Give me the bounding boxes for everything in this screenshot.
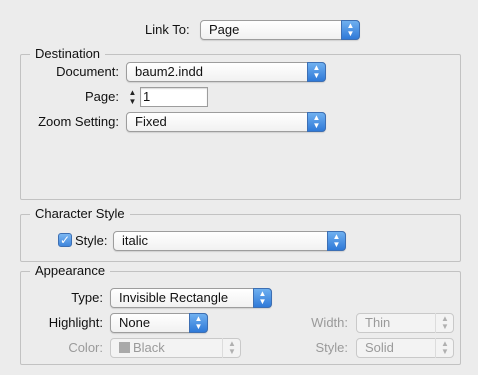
zoom-setting-value: Fixed (135, 114, 167, 129)
popup-arrows-icon: ▲ ▼ (341, 20, 360, 40)
highlight-popup[interactable]: None ▲ ▼ (110, 313, 208, 333)
popup-arrows-icon: ▲ ▼ (222, 338, 241, 358)
link-to-value: Page (209, 22, 240, 37)
width-popup[interactable]: Thin ▲ ▼ (356, 313, 454, 333)
character-style-label: Style: (75, 233, 108, 248)
highlight-value: None (119, 315, 151, 330)
popup-arrows-icon: ▲ ▼ (307, 62, 326, 82)
color-label: Color: (68, 340, 103, 355)
link-to-label: Link To: (145, 22, 190, 37)
document-value: baum2.indd (135, 64, 203, 79)
color-value: Black (133, 340, 165, 355)
character-style-title: Character Style (30, 206, 130, 222)
popup-arrows-icon: ▲ ▼ (435, 313, 454, 333)
type-value: Invisible Rectangle (119, 290, 229, 305)
appearance-style-popup[interactable]: Solid ▲ ▼ (356, 338, 454, 358)
document-label: Document: (56, 64, 119, 79)
page-field[interactable]: 1 (140, 87, 208, 107)
appearance-title: Appearance (30, 263, 111, 279)
appearance-style-value: Solid (365, 340, 394, 355)
popup-arrows-icon: ▲ ▼ (189, 313, 208, 333)
color-swatch-icon (119, 342, 130, 353)
page-value: 1 (143, 89, 151, 104)
popup-arrows-icon: ▲ ▼ (253, 288, 272, 308)
zoom-setting-label: Zoom Setting: (38, 114, 119, 129)
page-stepper-icon[interactable]: ▲ ▼ (127, 87, 138, 107)
width-label: Width: (311, 315, 348, 330)
destination-title: Destination (30, 46, 106, 62)
character-style-value: italic (122, 233, 149, 248)
style-checkbox[interactable]: ✓ (58, 233, 72, 247)
popup-arrows-icon: ▲ ▼ (307, 112, 326, 132)
page-label: Page: (85, 89, 119, 104)
type-label: Type: (71, 290, 103, 305)
popup-arrows-icon: ▲ ▼ (327, 231, 346, 251)
popup-arrows-icon: ▲ ▼ (435, 338, 454, 358)
width-value: Thin (365, 315, 391, 330)
color-popup[interactable]: Black ▲ ▼ (110, 338, 241, 358)
character-style-popup[interactable]: italic ▲ ▼ (113, 231, 346, 251)
zoom-setting-popup[interactable]: Fixed ▲ ▼ (126, 112, 326, 132)
highlight-label: Highlight: (48, 315, 103, 330)
type-popup[interactable]: Invisible Rectangle ▲ ▼ (110, 288, 272, 308)
document-popup[interactable]: baum2.indd ▲ ▼ (126, 62, 326, 82)
appearance-style-label: Style: (315, 340, 348, 355)
link-to-popup[interactable]: Page ▲ ▼ (200, 20, 360, 40)
